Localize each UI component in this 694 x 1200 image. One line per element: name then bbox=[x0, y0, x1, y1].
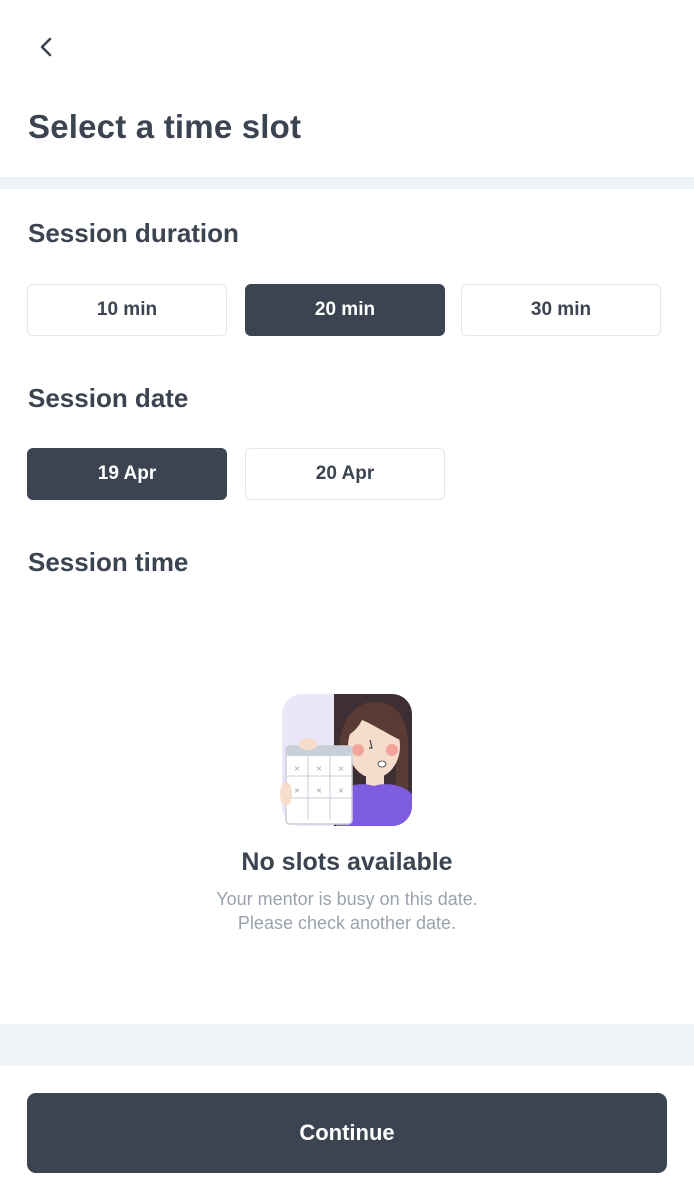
duration-option-30-min[interactable]: 30 min bbox=[461, 284, 661, 336]
date-option-20-apr[interactable]: 20 Apr bbox=[245, 448, 445, 500]
chevron-left-icon bbox=[40, 37, 52, 57]
no-slots-message-line-2: Please check another date. bbox=[237, 913, 457, 933]
person-holding-calendar-illustration: × × × × × × bbox=[280, 694, 412, 830]
duration-option-20-min[interactable]: 20 min bbox=[245, 284, 445, 336]
date-option-19-apr[interactable]: 19 Apr bbox=[27, 448, 227, 500]
continue-button[interactable]: Continue bbox=[27, 1093, 667, 1173]
no-slots-title: No slots available bbox=[241, 848, 453, 876]
time-slot-screen: Select a time slot Session duration 10 m… bbox=[0, 0, 694, 1200]
svg-text:×: × bbox=[294, 786, 301, 795]
svg-text:×: × bbox=[338, 764, 345, 773]
footer-divider bbox=[0, 1024, 694, 1066]
session-duration-label: Session duration bbox=[28, 218, 239, 248]
svg-text:×: × bbox=[294, 764, 301, 773]
svg-text:×: × bbox=[338, 786, 345, 795]
page-title: Select a time slot bbox=[28, 108, 302, 145]
no-slots-message-line-1: Your mentor is busy on this date. bbox=[216, 889, 478, 909]
session-date-label: Session date bbox=[28, 383, 189, 413]
duration-option-10-min[interactable]: 10 min bbox=[27, 284, 227, 336]
section-divider bbox=[0, 177, 694, 189]
session-time-label: Session time bbox=[28, 547, 189, 577]
svg-text:×: × bbox=[316, 786, 323, 795]
back-button[interactable] bbox=[30, 30, 64, 64]
svg-text:×: × bbox=[316, 764, 323, 773]
